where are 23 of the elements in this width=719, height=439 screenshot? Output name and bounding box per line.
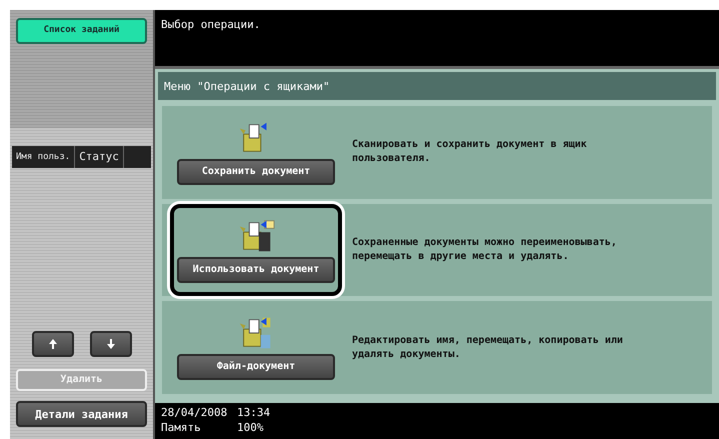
column-heading: Статус — [75, 146, 124, 168]
menu-title: Меню "Операции с ящиками" — [158, 72, 716, 100]
column-heading: Имя польз. — [12, 146, 76, 168]
option-description: Сохраненные документы можно переименовывать, перемещать в другие места и удалять. — [352, 236, 618, 264]
scroll-down-button[interactable] — [90, 331, 132, 357]
date-text: 28/04/2008 — [161, 406, 228, 421]
memory-label: Память — [161, 421, 202, 436]
up-arrow-icon — [48, 338, 58, 350]
scroll-up-button[interactable] — [32, 331, 74, 357]
job-details-button[interactable]: Детали задания — [16, 401, 147, 427]
job-list-button[interactable]: Список заданий — [16, 18, 147, 44]
instruction-message: Выбор операции. — [161, 18, 260, 31]
option-frame[interactable]: Использовать документ — [170, 204, 342, 296]
option-frame[interactable]: Сохранить документ — [170, 106, 342, 199]
option-description: Редактировать имя, перемещать, копировать или удалять документы. — [352, 334, 624, 362]
option-button[interactable]: Сохранить документ — [177, 158, 335, 185]
option-button[interactable]: Использовать документ — [177, 256, 335, 282]
down-arrow-icon — [106, 338, 116, 350]
option-frame[interactable]: Файл-документ — [170, 301, 342, 394]
time-text: 13:34 — [237, 406, 272, 421]
option-description: Сканировать и сохранить документ в ящик пользователя. — [352, 138, 588, 166]
option-button[interactable]: Файл-документ — [177, 354, 335, 380]
memory-value: 100% — [237, 421, 264, 436]
